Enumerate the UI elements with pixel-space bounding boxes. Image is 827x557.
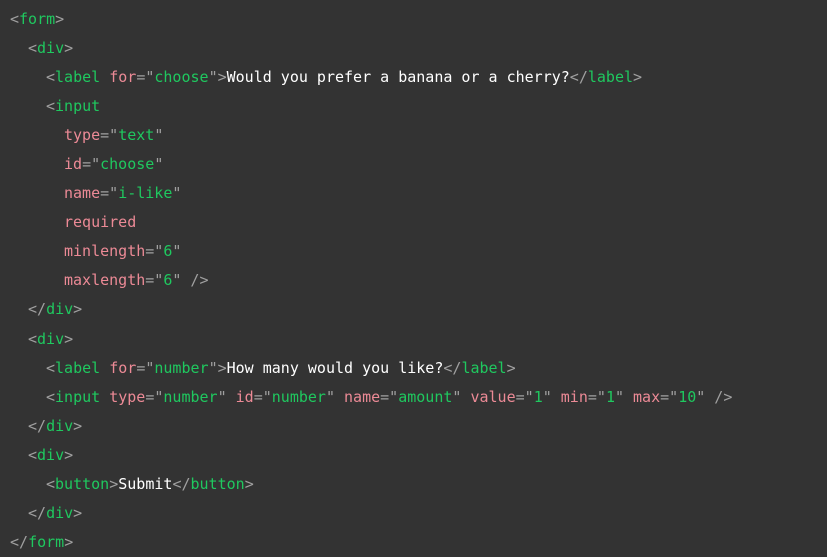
label-text: How many would you like? [226, 358, 444, 377]
attr-value: 1 [605, 387, 615, 406]
attr-name: for [109, 67, 137, 86]
attr-value: amount [398, 387, 453, 406]
punct: </ [569, 67, 588, 86]
attr-name: type [64, 125, 101, 144]
punct: </ [28, 300, 47, 319]
tag-name: div [37, 329, 65, 348]
tag-name: div [37, 38, 65, 57]
punct: < [46, 67, 56, 86]
punct: > [64, 329, 74, 348]
tag-name: div [46, 300, 74, 319]
attr-name: maxlength [64, 271, 146, 290]
tag-name: div [46, 504, 74, 523]
code-line-form-close: </form > [10, 533, 74, 552]
tag-name: button [190, 475, 245, 494]
tag-name: label [55, 67, 101, 86]
attr-value: 10 [678, 387, 697, 406]
code-line-attr-maxlength: maxlength =" 6 " /> [64, 271, 209, 290]
tag-name: button [55, 475, 110, 494]
code-line-div-open: < div > [0, 324, 827, 353]
punct: > [64, 38, 74, 57]
punct: < [28, 329, 38, 348]
attr-value: number [163, 387, 218, 406]
attr-value: 6 [163, 242, 173, 261]
tag-name: form [28, 533, 65, 552]
attr-name: min [560, 387, 588, 406]
code-line-attr-type: type =" text " [64, 125, 164, 144]
attr-value: 1 [533, 387, 543, 406]
tag-name: label [55, 358, 101, 377]
code-line-div-open: < div > [0, 33, 827, 62]
punct: > [73, 300, 83, 319]
code-line-button: < button > Submit </button > [46, 475, 254, 494]
attr-value: choose [100, 155, 155, 174]
code-line-div-open: < div > [28, 445, 74, 464]
attr-name: type [109, 387, 146, 406]
code-line-label-number: < label for =" number "> How many would you l… [46, 358, 516, 377]
tag-name: input [55, 387, 101, 406]
attr-value: 6 [163, 271, 173, 290]
punct: < [28, 38, 38, 57]
punct: > [633, 67, 643, 86]
attr-name: required [64, 213, 137, 232]
attr-value: number [154, 358, 209, 377]
tag-name: div [37, 445, 65, 464]
attr-name: id [64, 155, 83, 174]
attr-name: minlength [64, 242, 146, 261]
code-line-div-close: </div > [0, 295, 827, 324]
code-line-form-open: < form > [0, 4, 827, 33]
attr-name: name [344, 387, 381, 406]
label-text: Would you prefer a banana or a cherry? [226, 67, 570, 86]
attr-name: max [633, 387, 661, 406]
code-line-input-open: < input [0, 91, 827, 120]
code-line-div-close: </div > [28, 504, 83, 523]
code-line-attr-minlength: minlength =" 6 " [64, 242, 182, 261]
code-line-div-close: </div > [28, 416, 83, 435]
tag-name: label [461, 358, 507, 377]
attr-name: id [235, 387, 254, 406]
tag-name: label [587, 67, 634, 86]
punct: > [55, 9, 65, 28]
attr-value: number [271, 387, 326, 406]
attr-name: for [109, 358, 137, 377]
attr-value: i-like [118, 184, 173, 203]
code-line-input-number: < input type =" number " id =" number " name =" a… [46, 387, 733, 406]
attr-value: choose [154, 67, 209, 86]
attr-value: text [118, 125, 155, 144]
attr-name: name [64, 184, 101, 203]
tag-name: input [55, 96, 101, 115]
button-text: Submit [118, 475, 173, 494]
code-line-attr-id: id =" choose " [64, 155, 164, 174]
code-line-attr-name: name =" i-like " [64, 184, 182, 203]
attr-name: value [470, 387, 516, 406]
punct: =" [136, 67, 155, 86]
punct: < [10, 9, 20, 28]
code-line-attr-required: required [0, 208, 827, 237]
code-block: < form > < div > < label for =" choose "> Would y… [0, 0, 827, 557]
tag-name: form [19, 9, 56, 28]
tag-name: div [46, 416, 74, 435]
punct: < [46, 96, 56, 115]
punct: "> [208, 67, 227, 86]
code-line-label-choose: < label for =" choose "> Would you prefer a b… [0, 62, 827, 91]
